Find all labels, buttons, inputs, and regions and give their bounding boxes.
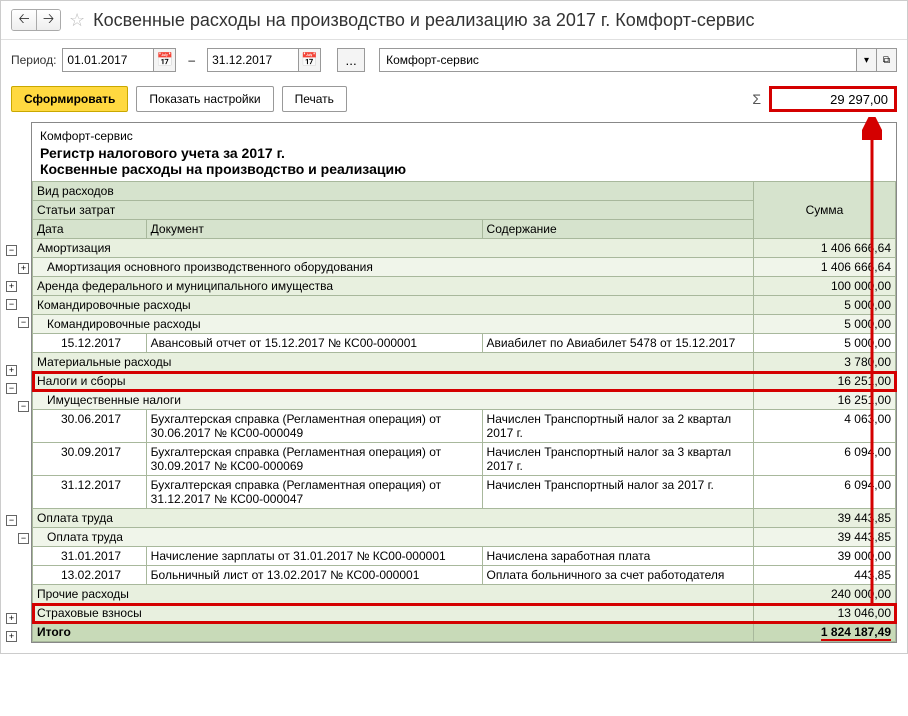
report-table: Вид расходов Сумма Статьи затрат Дата До… bbox=[32, 181, 896, 642]
table-row[interactable]: Аренда федерального и муниципального иму… bbox=[33, 277, 896, 296]
tree-toggle[interactable]: − bbox=[18, 533, 29, 544]
org-open-icon[interactable]: ⧉ bbox=[877, 48, 897, 72]
tree-toggle[interactable]: − bbox=[18, 317, 29, 328]
period-to-input[interactable] bbox=[207, 48, 299, 72]
table-row[interactable]: Налоги и сборы16 251,00 bbox=[33, 372, 896, 391]
form-button[interactable]: Сформировать bbox=[11, 86, 128, 112]
table-row[interactable]: Прочие расходы240 000,00 bbox=[33, 585, 896, 604]
table-row[interactable]: Командировочные расходы5 000,00 bbox=[33, 315, 896, 334]
forward-button[interactable]: 🡢 bbox=[36, 10, 60, 30]
show-settings-button[interactable]: Показать настройки bbox=[136, 86, 273, 112]
calendar-from-icon[interactable]: 📅 bbox=[154, 48, 176, 72]
tree-toggle[interactable]: − bbox=[6, 515, 17, 526]
organization-input[interactable] bbox=[379, 48, 857, 72]
tree-toggle[interactable]: + bbox=[6, 281, 17, 292]
period-from-input[interactable] bbox=[62, 48, 154, 72]
org-dropdown-icon[interactable]: ▾ bbox=[857, 48, 877, 72]
nav-buttons: 🡠 🡢 bbox=[11, 9, 61, 31]
table-row[interactable]: Командировочные расходы5 000,00 bbox=[33, 296, 896, 315]
calendar-to-icon[interactable]: 📅 bbox=[299, 48, 321, 72]
header-stati: Статьи затрат bbox=[33, 201, 754, 220]
table-row[interactable]: Амортизация основного производственного … bbox=[33, 258, 896, 277]
header-doc: Документ bbox=[146, 220, 482, 239]
table-row[interactable]: Страховые взносы13 046,00 bbox=[33, 604, 896, 623]
favorite-star-icon[interactable]: ☆ bbox=[69, 10, 85, 31]
tree-toggle[interactable]: + bbox=[18, 263, 29, 274]
print-button[interactable]: Печать bbox=[282, 86, 347, 112]
period-picker-button[interactable]: ... bbox=[337, 48, 365, 72]
table-row[interactable]: Имущественные налоги16 251,00 bbox=[33, 391, 896, 410]
table-row[interactable]: 15.12.2017Авансовый отчет от 15.12.2017 … bbox=[33, 334, 896, 353]
table-row[interactable]: 30.06.2017Бухгалтерская справка (Регламе… bbox=[33, 410, 896, 443]
table-row[interactable]: Итого1 824 187,49 bbox=[33, 623, 896, 642]
back-button[interactable]: 🡠 bbox=[12, 10, 36, 30]
tree-toggle[interactable]: − bbox=[6, 383, 17, 394]
table-row[interactable]: 31.12.2017Бухгалтерская справка (Регламе… bbox=[33, 476, 896, 509]
header-sum: Сумма bbox=[753, 182, 895, 239]
header-cont: Содержание bbox=[482, 220, 753, 239]
report-area: Комфорт-сервис Регистр налогового учета … bbox=[31, 122, 897, 643]
period-label: Период: bbox=[11, 53, 56, 67]
table-row[interactable]: Оплата труда39 443,85 bbox=[33, 528, 896, 547]
header-date: Дата bbox=[33, 220, 147, 239]
page-title: Косвенные расходы на производство и реал… bbox=[93, 10, 754, 31]
tree-toggle[interactable]: − bbox=[18, 401, 29, 412]
header-vid: Вид расходов bbox=[33, 182, 754, 201]
tree-toggle[interactable]: + bbox=[6, 365, 17, 376]
table-row[interactable]: 31.01.2017Начисление зарплаты от 31.01.2… bbox=[33, 547, 896, 566]
table-row[interactable]: 13.02.2017Больничный лист от 13.02.2017 … bbox=[33, 566, 896, 585]
tree-toggle[interactable]: + bbox=[6, 613, 17, 624]
report-title-1: Регистр налогового учета за 2017 г. bbox=[40, 145, 888, 161]
sum-display[interactable] bbox=[769, 86, 897, 112]
table-row[interactable]: 30.09.2017Бухгалтерская справка (Регламе… bbox=[33, 443, 896, 476]
table-row[interactable]: Материальные расходы3 780,00 bbox=[33, 353, 896, 372]
sigma-icon: Σ bbox=[752, 91, 761, 107]
table-row[interactable]: Оплата труда39 443,85 bbox=[33, 509, 896, 528]
table-row[interactable]: Амортизация1 406 666,64 bbox=[33, 239, 896, 258]
tree-toggle[interactable]: − bbox=[6, 245, 17, 256]
report-title-2: Косвенные расходы на производство и реал… bbox=[40, 161, 888, 177]
tree-toggle[interactable]: − bbox=[6, 299, 17, 310]
report-org: Комфорт-сервис bbox=[40, 129, 888, 143]
tree-toggle[interactable]: + bbox=[6, 631, 17, 642]
period-dash: – bbox=[188, 53, 195, 67]
